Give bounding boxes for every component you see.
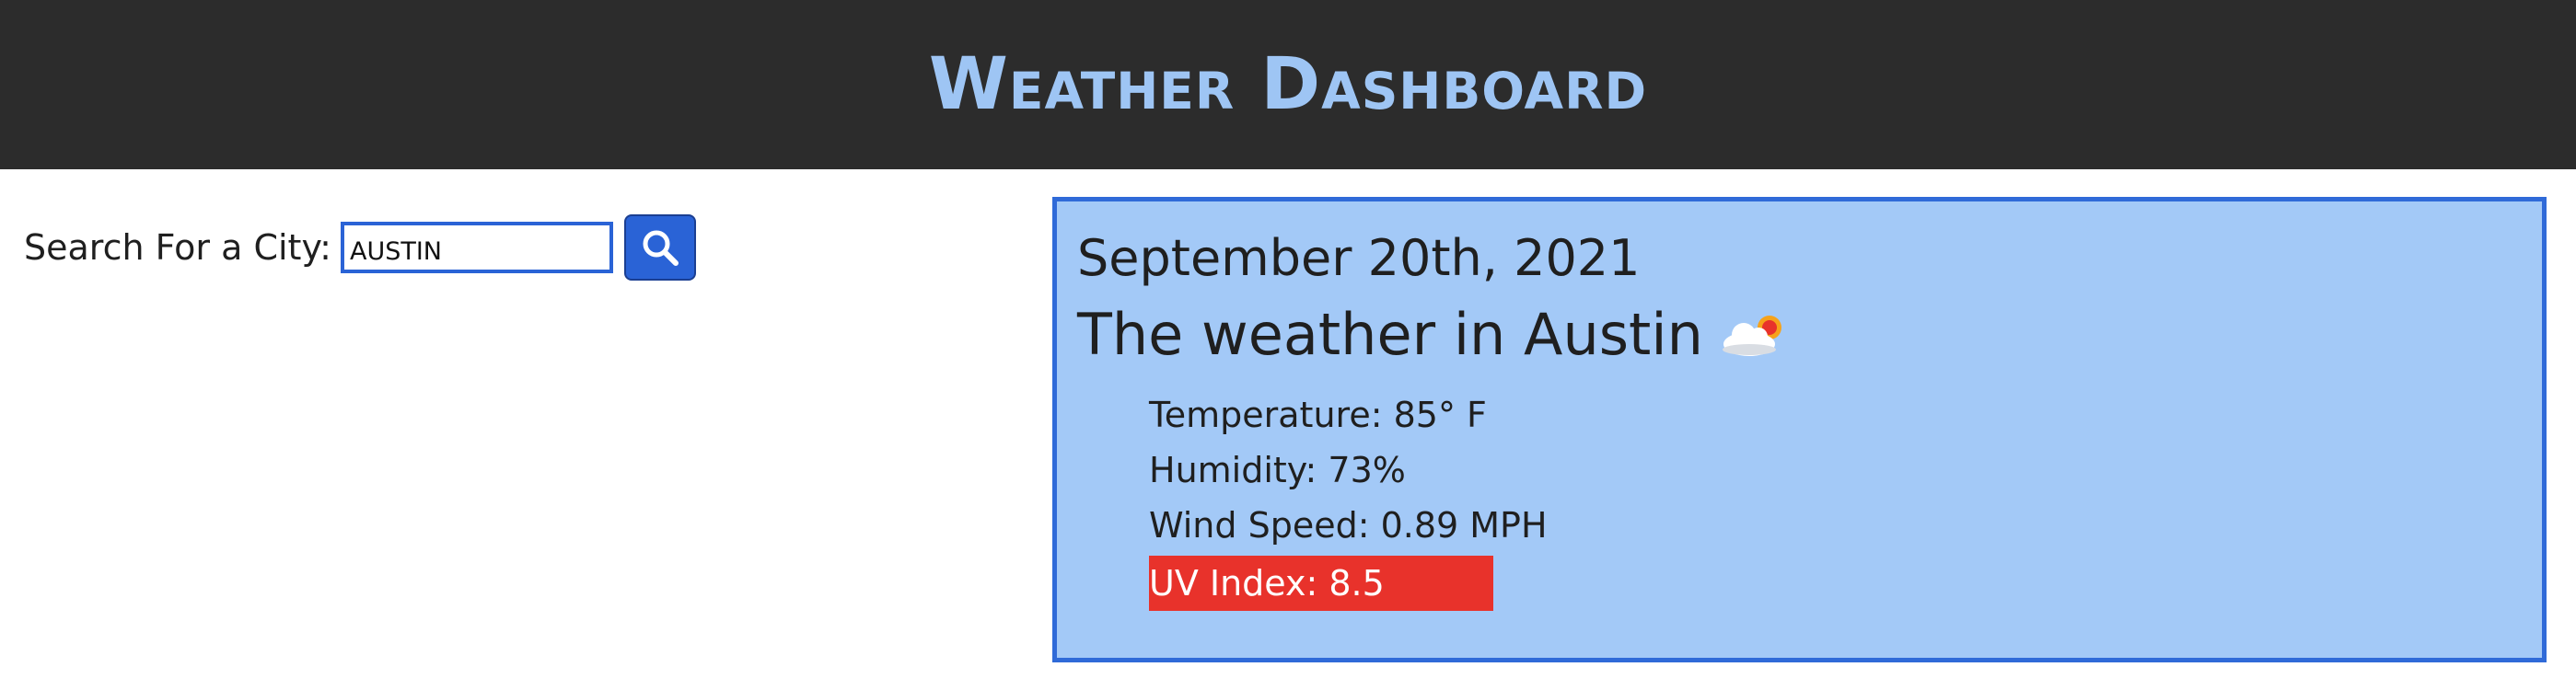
partly-cloudy-sun-icon (1722, 315, 1781, 356)
app-header: Weather Dashboard (0, 0, 2576, 169)
current-date: September 20th, 2021 (1077, 229, 1641, 287)
temperature-value: Temperature: 85° F (1149, 395, 1487, 435)
weather-heading: The weather in Austin (1077, 301, 1792, 368)
search-button[interactable] (623, 214, 696, 281)
search-icon (643, 230, 679, 266)
humidity-value: Humidity: 73% (1149, 450, 1406, 490)
wind-speed-value: Wind Speed: 0.89 MPH (1149, 505, 1548, 546)
weather-title: The weather in Austin (1077, 301, 1703, 368)
page-title: Weather Dashboard (928, 43, 1648, 126)
current-weather-card: September 20th, 2021 The weather in Aust… (1052, 197, 2547, 662)
search-form: Search For a City: (24, 213, 696, 282)
search-label: Search For a City: (24, 227, 331, 268)
uv-index-badge: UV Index: 8.5 (1149, 556, 1493, 611)
city-search-input[interactable] (340, 222, 613, 273)
